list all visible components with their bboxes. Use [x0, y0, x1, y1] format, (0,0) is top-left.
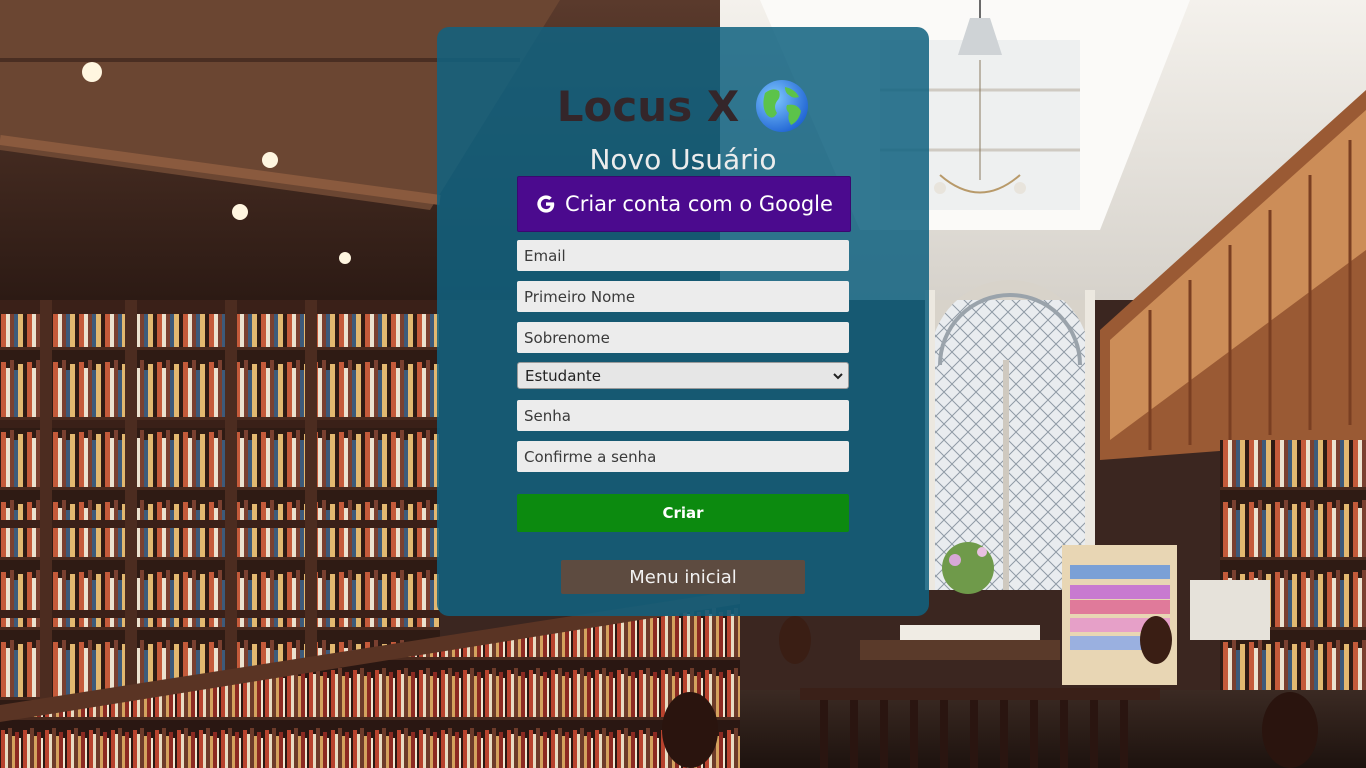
- page-title: Novo Usuário: [589, 143, 777, 176]
- brand-name: Locus X: [556, 81, 740, 131]
- email-field[interactable]: [517, 240, 849, 271]
- google-signup-label: Criar conta com o Google: [565, 192, 833, 216]
- last-name-field[interactable]: [517, 322, 849, 353]
- google-signup-button[interactable]: Criar conta com o Google: [517, 176, 851, 232]
- brand-header: Locus X: [437, 75, 929, 137]
- main-menu-button[interactable]: Menu inicial: [561, 560, 805, 594]
- create-account-button[interactable]: Criar: [517, 494, 849, 532]
- role-select-value: Estudante: [525, 366, 602, 385]
- signup-card: Locus X Novo Usuário Criar conta com o G…: [437, 27, 929, 616]
- confirm-password-field[interactable]: [517, 441, 849, 472]
- first-name-field[interactable]: [517, 281, 849, 312]
- chevron-down-icon: [833, 372, 843, 379]
- google-icon: [537, 195, 555, 213]
- password-field[interactable]: [517, 400, 849, 431]
- role-select[interactable]: Estudante: [517, 362, 849, 389]
- globe-icon: [756, 80, 809, 132]
